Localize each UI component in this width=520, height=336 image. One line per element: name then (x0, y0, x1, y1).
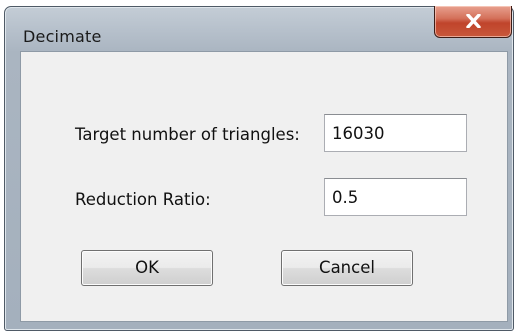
target-triangles-input[interactable]: 16030 (324, 114, 467, 152)
dialog-window: Decimate Target number of triangles: 160… (4, 6, 514, 331)
cancel-button[interactable]: Cancel (281, 250, 413, 286)
ok-button[interactable]: OK (81, 250, 213, 286)
dialog-client-area: Target number of triangles: 16030 Reduct… (20, 51, 508, 322)
reduction-ratio-label: Reduction Ratio: (75, 190, 211, 209)
title-bar[interactable]: Decimate (5, 6, 513, 51)
close-x-icon (466, 14, 481, 28)
reduction-ratio-input[interactable]: 0.5 (324, 178, 467, 216)
target-triangles-label: Target number of triangles: (75, 125, 300, 144)
window-title: Decimate (23, 27, 102, 46)
close-button[interactable] (434, 6, 512, 38)
